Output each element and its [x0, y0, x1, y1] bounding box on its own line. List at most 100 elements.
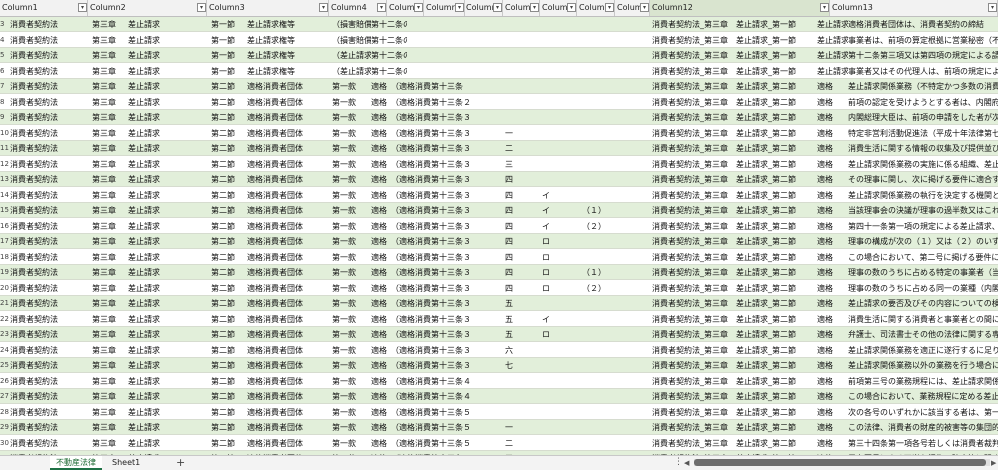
table-cell[interactable]: （差止請求の: [330, 48, 371, 63]
table-cell[interactable]: 差止請求: [126, 203, 210, 218]
table-cell[interactable]: [503, 79, 539, 94]
table-cell[interactable]: 一: [503, 126, 539, 141]
table-cell[interactable]: 消費者契約法: [8, 296, 90, 311]
table-cell[interactable]: 第三章: [90, 389, 128, 404]
table-cell[interactable]: 差止請求: [126, 374, 210, 389]
table-cell[interactable]: 第三章: [90, 188, 128, 203]
table-cell[interactable]: 適格消費者団体: [245, 172, 331, 187]
table-cell[interactable]: 差止請求_第一節: [734, 64, 816, 79]
table-cell[interactable]: 消費者契約法_第三章: [650, 203, 735, 218]
table-cell[interactable]: 第三章: [90, 79, 128, 94]
table-cell[interactable]: 第一款: [330, 172, 371, 187]
table-cell[interactable]: 適格: [815, 436, 848, 451]
table-cell[interactable]: 一: [503, 420, 539, 435]
table-cell[interactable]: 適格消費者団体は、消費者契約の締結: [846, 17, 998, 32]
table-cell[interactable]: 差止請求_第二節: [734, 234, 816, 249]
table-cell[interactable]: 第三章: [90, 374, 128, 389]
table-cell[interactable]: 第一款: [330, 126, 371, 141]
table-cell[interactable]: 適格: [815, 157, 848, 172]
table-cell[interactable]: 第三章: [90, 95, 128, 110]
table-cell[interactable]: 差止請求_第一節: [734, 48, 816, 63]
table-cell[interactable]: 四: [503, 172, 539, 187]
table-cell[interactable]: [503, 33, 539, 48]
table-cell[interactable]: イ: [540, 312, 576, 327]
table-cell[interactable]: 差止請求: [126, 389, 210, 404]
table-cell[interactable]: 第二節: [209, 79, 247, 94]
table-cell[interactable]: （適格消費第十三条５: [389, 405, 479, 420]
table-cell[interactable]: 第一款: [330, 95, 371, 110]
table-cell[interactable]: 消費者契約法: [8, 33, 90, 48]
table-cell[interactable]: 差止請求_第二節: [734, 374, 816, 389]
table-cell[interactable]: 消費者契約法_第三章: [650, 343, 735, 358]
table-cell[interactable]: 消費者契約法_第三章: [650, 374, 735, 389]
table-cell[interactable]: 第二節: [209, 141, 247, 156]
table-cell[interactable]: 差止請求: [126, 17, 210, 32]
table-cell[interactable]: （適格消費第十三条５: [389, 436, 479, 451]
table-cell[interactable]: （適格消費第十三条３: [389, 234, 479, 249]
table-cell[interactable]: 適格: [815, 281, 848, 296]
table-cell[interactable]: 消費者契約法_第三章: [650, 389, 735, 404]
table-cell[interactable]: 適格消費者団体: [245, 281, 331, 296]
table-cell[interactable]: 第三章: [90, 265, 128, 280]
table-cell[interactable]: 差止請求_第一節: [734, 17, 816, 32]
table-cell[interactable]: 弁護士、司法書士その他の法律に関する専: [846, 327, 998, 342]
table-cell[interactable]: 差止請求: [126, 79, 210, 94]
table-cell[interactable]: 適格消費者団体: [245, 188, 331, 203]
table-cell[interactable]: 差止請求: [126, 188, 210, 203]
table-cell[interactable]: [580, 312, 620, 327]
table-cell[interactable]: [580, 188, 620, 203]
table-cell[interactable]: 四: [503, 219, 539, 234]
table-cell[interactable]: 差止請求: [126, 327, 210, 342]
table-cell[interactable]: 消費者契約法: [8, 234, 90, 249]
table-cell[interactable]: 第一款: [330, 327, 371, 342]
table-cell[interactable]: 適格: [815, 172, 848, 187]
table-cell[interactable]: （適格消費第十三条３: [389, 172, 479, 187]
table-cell[interactable]: 消費者契約法_第三章: [650, 172, 735, 187]
table-cell[interactable]: 適格消費者団体: [245, 405, 331, 420]
table-cell[interactable]: 理事の数のうちに占める同一の業種（内閣: [846, 281, 998, 296]
table-cell[interactable]: 差止請求: [126, 265, 210, 280]
table-cell[interactable]: （適格消費第十三条３: [389, 343, 479, 358]
table-cell[interactable]: [389, 17, 479, 32]
table-cell[interactable]: 消費者契約法_第三章: [650, 17, 735, 32]
table-cell[interactable]: 適格消費者団体: [245, 389, 331, 404]
table-cell[interactable]: 差止請求_第二節: [734, 358, 816, 373]
table-cell[interactable]: 適格消費者団体: [245, 358, 331, 373]
table-cell[interactable]: [580, 327, 620, 342]
table-cell[interactable]: 差止請求: [126, 33, 210, 48]
table-cell[interactable]: （適格消費第十三条３: [389, 110, 479, 125]
table-cell[interactable]: 第二節: [209, 110, 247, 125]
table-cell[interactable]: 第三章: [90, 327, 128, 342]
table-cell[interactable]: 適格消費者団体: [245, 95, 331, 110]
table-cell[interactable]: 適格消費者団体: [245, 110, 331, 125]
table-cell[interactable]: 事業者又はその代理人は、前項の規定により: [846, 64, 998, 79]
table-cell[interactable]: 差止請求_第二節: [734, 405, 816, 420]
table-cell[interactable]: 適格: [815, 374, 848, 389]
table-cell[interactable]: 消費者契約法: [8, 405, 90, 420]
table-cell[interactable]: [540, 126, 576, 141]
table-cell[interactable]: 消費者契約法: [8, 312, 90, 327]
table-cell[interactable]: 消費者契約法_第三章: [650, 79, 735, 94]
table-cell[interactable]: 第二節: [209, 219, 247, 234]
table-cell[interactable]: 差止請求_第二節: [734, 79, 816, 94]
table-cell[interactable]: 第三章: [90, 17, 128, 32]
table-cell[interactable]: 消費者契約法_第三章: [650, 219, 735, 234]
sheet-tab-active[interactable]: 不動産法律: [50, 456, 102, 470]
table-cell[interactable]: 差止請求権等: [815, 64, 848, 79]
table-cell[interactable]: 差止請求_第二節: [734, 157, 816, 172]
table-cell[interactable]: イ: [540, 203, 576, 218]
table-cell[interactable]: （適格消費第十三条４: [389, 389, 479, 404]
table-cell[interactable]: （適格消費第十三条５: [389, 420, 479, 435]
table-cell[interactable]: 適格消費者団体: [245, 126, 331, 141]
table-cell[interactable]: [580, 95, 620, 110]
table-cell[interactable]: 適格消費者団体: [245, 79, 331, 94]
scrollbar-thumb[interactable]: [694, 459, 986, 466]
table-cell[interactable]: （適格消費第十三条３: [389, 265, 479, 280]
table-cell[interactable]: [580, 436, 620, 451]
table-cell[interactable]: [540, 343, 576, 358]
table-cell[interactable]: イ: [540, 219, 576, 234]
table-cell[interactable]: 差止請求: [126, 64, 210, 79]
table-cell[interactable]: イ: [540, 188, 576, 203]
table-cell[interactable]: 差止請求関係業務以外の業務を行う場合に: [846, 358, 998, 373]
table-cell[interactable]: 差止請求: [126, 95, 210, 110]
